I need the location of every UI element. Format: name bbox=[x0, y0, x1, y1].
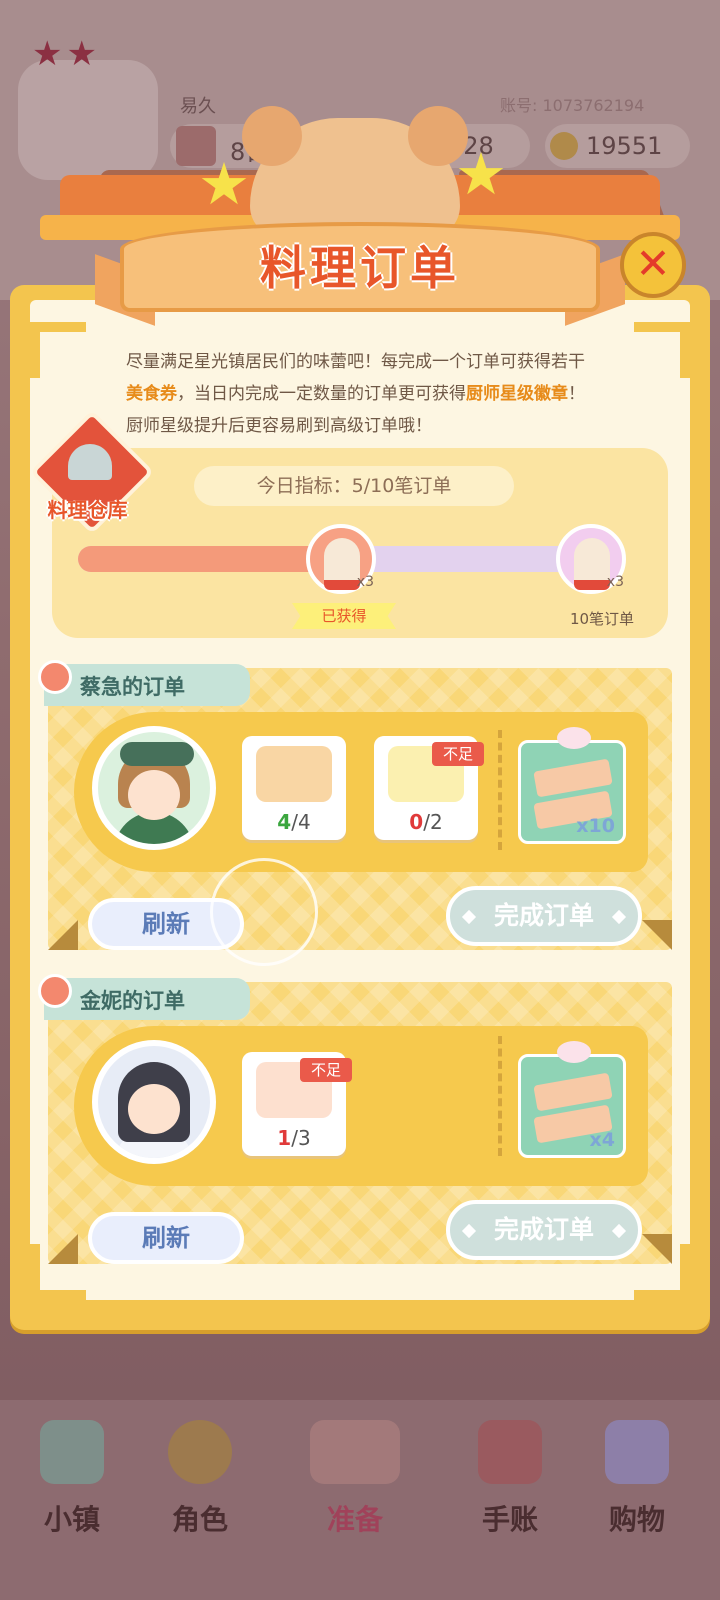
star-icon: ★ bbox=[198, 150, 250, 218]
highlight-chef-badge: 厨师星级徽章 bbox=[466, 384, 568, 404]
account-id: 账号: 1073762194 bbox=[500, 96, 645, 115]
nav-item-shop[interactable]: 购物 bbox=[582, 1420, 692, 1538]
coin-icon bbox=[550, 132, 578, 160]
kitchen-warehouse-button[interactable]: 料理仓库 bbox=[29, 409, 155, 535]
npc-avatar-boy bbox=[92, 726, 216, 850]
reward-food-ticket[interactable]: x10 bbox=[518, 727, 626, 844]
insufficient-tag: 不足 bbox=[432, 742, 484, 766]
nav-item-prepare[interactable]: 准备 bbox=[300, 1420, 410, 1538]
nav-label: 小镇 bbox=[43, 1503, 100, 1536]
cake-icon bbox=[324, 538, 360, 590]
order-title-tab: 蔡急的订单 bbox=[38, 660, 250, 706]
close-button[interactable]: ✕ bbox=[620, 232, 686, 298]
diamond-icon bbox=[611, 909, 627, 925]
reward-qty: x4 bbox=[589, 1129, 615, 1151]
frame-corner bbox=[30, 322, 86, 378]
reward-food-ticket[interactable]: x4 bbox=[518, 1041, 626, 1158]
shopping-bag-icon bbox=[605, 1420, 669, 1484]
milestone-reward-1[interactable]: x3 bbox=[306, 524, 376, 594]
divider bbox=[498, 1036, 502, 1156]
star-glasses-icon: ★★ bbox=[32, 34, 101, 74]
nav-item-character[interactable]: 角色 bbox=[145, 1420, 255, 1538]
reward-qty: x10 bbox=[576, 815, 615, 837]
tap-indicator bbox=[210, 858, 318, 966]
player-avatar bbox=[18, 60, 158, 180]
complete-label: 完成订单 bbox=[493, 1215, 594, 1244]
dumpling-icon bbox=[256, 746, 332, 802]
order-corner bbox=[48, 920, 78, 950]
divider bbox=[498, 730, 502, 850]
character-icon bbox=[168, 1420, 232, 1484]
diamond-icon bbox=[611, 1223, 627, 1239]
item-count: 4/4 bbox=[277, 810, 311, 834]
milestone-qty: x3 bbox=[606, 574, 624, 590]
milestone-reward-2[interactable]: x3 bbox=[556, 524, 626, 594]
milestone-label: 10笔订单 bbox=[569, 610, 635, 628]
pin-icon bbox=[38, 974, 72, 1008]
diamond-icon bbox=[461, 1223, 477, 1239]
highlight-food-ticket: 美食券 bbox=[126, 384, 177, 404]
description-text: ，当日内完成一定数量的订单更可获得 bbox=[177, 384, 466, 404]
journal-icon bbox=[478, 1420, 542, 1484]
bow-icon bbox=[557, 727, 591, 749]
dialog-description: 尽量满足星光镇居民们的味蕾吧！每完成一个订单可获得若干美食券，当日内完成一定数量… bbox=[126, 346, 596, 442]
milestone-qty: x3 bbox=[356, 574, 374, 590]
order-item[interactable]: 不足 1/3 bbox=[242, 1052, 352, 1156]
item-count: 0/2 bbox=[409, 810, 443, 834]
bow-icon bbox=[557, 1041, 591, 1063]
diamond-icon bbox=[461, 909, 477, 925]
milestone-status-badge: 已获得 bbox=[292, 603, 396, 629]
daily-target-text: 今日指标：5/10笔订单 bbox=[194, 466, 514, 506]
complete-order-button[interactable]: 完成订单 bbox=[446, 886, 642, 946]
complete-label: 完成订单 bbox=[493, 901, 594, 930]
npc-avatar-girl bbox=[92, 1040, 216, 1164]
order-item[interactable]: 4/4 bbox=[242, 736, 346, 840]
insufficient-tag: 不足 bbox=[300, 1058, 352, 1082]
order-item[interactable]: 不足 0/2 bbox=[374, 736, 484, 840]
order-corner bbox=[642, 1234, 672, 1264]
hamster-mascot bbox=[242, 106, 468, 238]
warehouse-label: 料理仓库 bbox=[47, 498, 128, 522]
frame-corner bbox=[634, 322, 690, 378]
order-title: 蔡急的订单 bbox=[80, 675, 185, 699]
nav-item-journal[interactable]: 手账 bbox=[455, 1420, 565, 1538]
coin-value: 19551 bbox=[586, 132, 663, 160]
map-icon bbox=[40, 1420, 104, 1484]
player-name: 易久 bbox=[180, 96, 216, 117]
nav-label: 准备 bbox=[326, 1503, 383, 1536]
cloche-icon bbox=[68, 444, 112, 480]
dialog-title: 料理订单 bbox=[260, 241, 460, 295]
description-text: 尽量满足星光镇居民们的味蕾吧！每完成一个订单可获得若干 bbox=[126, 352, 585, 372]
item-count: 1/3 bbox=[277, 1126, 311, 1150]
kitchen-icon bbox=[310, 1420, 400, 1484]
order-title-tab: 金妮的订单 bbox=[38, 974, 250, 1020]
nav-label: 购物 bbox=[608, 1503, 665, 1536]
order-corner bbox=[642, 920, 672, 950]
pin-icon bbox=[38, 660, 72, 694]
nav-item-town[interactable]: 小镇 bbox=[17, 1420, 127, 1538]
star-icon: ★ bbox=[455, 140, 507, 208]
nav-label: 手账 bbox=[481, 1503, 538, 1536]
order-title: 金妮的订单 bbox=[80, 989, 185, 1013]
refresh-button[interactable]: 刷新 bbox=[88, 1212, 244, 1264]
nav-label: 角色 bbox=[171, 1503, 228, 1536]
order-corner bbox=[48, 1234, 78, 1264]
complete-order-button[interactable]: 完成订单 bbox=[446, 1200, 642, 1260]
cake-icon bbox=[574, 538, 610, 590]
